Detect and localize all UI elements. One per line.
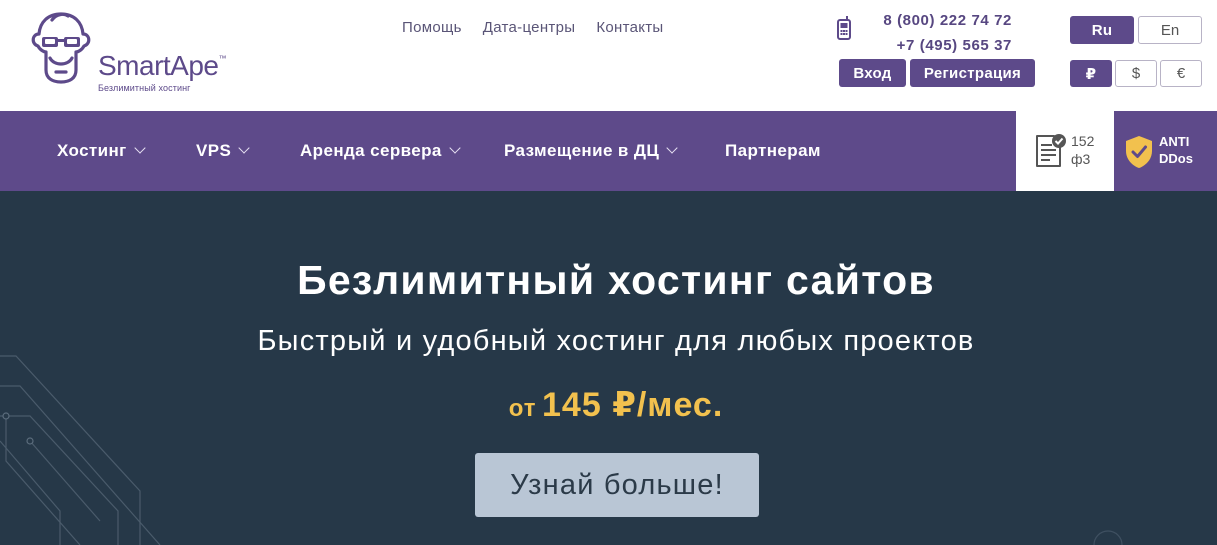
fz-number: 152 bbox=[1071, 133, 1095, 149]
hero-price: от 145 ₽/мес. bbox=[0, 385, 1217, 425]
monkey-logo-icon bbox=[31, 12, 91, 84]
phone-number-1[interactable]: 8 (800) 222 74 72 bbox=[876, 8, 1012, 33]
currency-usd-button[interactable]: $ bbox=[1115, 60, 1157, 87]
fz152-badge[interactable]: 152 ф3 bbox=[1016, 111, 1114, 191]
chevron-down-icon bbox=[449, 142, 461, 154]
price-amount: 145 ₽/мес. bbox=[542, 386, 724, 424]
login-button[interactable]: Вход bbox=[839, 59, 906, 87]
nav-item-label: Аренда сервера bbox=[300, 141, 442, 160]
shield-check-icon bbox=[1126, 136, 1152, 168]
site-header: SmartApe™ Безлимитный хостинг Помощь Дат… bbox=[0, 0, 1217, 111]
logo[interactable]: SmartApe™ Безлимитный хостинг bbox=[28, 10, 248, 100]
nav-item-colocation[interactable]: Размещение в ДЦ bbox=[504, 111, 678, 191]
hero-subtitle: Быстрый и удобный хостинг для любых прое… bbox=[257, 325, 975, 357]
mobile-phone-icon bbox=[837, 16, 851, 40]
brand-tagline: Безлимитный хостинг bbox=[98, 83, 191, 93]
link-datacenters[interactable]: Дата-центры bbox=[483, 19, 576, 36]
nav-item-server-rent[interactable]: Аренда сервера bbox=[300, 111, 461, 191]
chevron-down-icon bbox=[666, 142, 678, 154]
chevron-down-icon bbox=[133, 142, 146, 154]
price-prefix: от bbox=[508, 395, 537, 422]
hero-section: Безлимитный хостинг сайтов Быстрый и удо… bbox=[0, 191, 1217, 545]
link-help[interactable]: Помощь bbox=[402, 19, 462, 36]
link-contacts[interactable]: Контакты bbox=[596, 19, 663, 36]
hero-title: Безлимитный хостинг сайтов bbox=[297, 257, 935, 303]
lang-ru-button[interactable]: Ru bbox=[1070, 16, 1134, 44]
anti-ddos-line2: DDos bbox=[1159, 151, 1193, 166]
nav-item-vps[interactable]: VPS bbox=[196, 111, 250, 191]
nav-item-partners[interactable]: Партнерам bbox=[725, 111, 821, 191]
learn-more-button[interactable]: Узнай больше! bbox=[475, 453, 759, 517]
brand-name: SmartApe™ bbox=[98, 50, 226, 81]
anti-ddos-line1: ANTI bbox=[1159, 134, 1190, 149]
nav-item-label: Размещение в ДЦ bbox=[504, 141, 660, 160]
nav-item-hosting[interactable]: Хостинг bbox=[57, 111, 146, 191]
document-check-icon bbox=[1036, 134, 1066, 167]
nav-item-label: Хостинг bbox=[57, 141, 127, 160]
currency-eur-button[interactable]: € bbox=[1160, 60, 1202, 87]
nav-item-label: VPS bbox=[196, 141, 232, 160]
top-links: Помощь Дата-центры Контакты bbox=[402, 19, 685, 36]
currency-rub-button[interactable]: ₽ bbox=[1070, 60, 1112, 87]
register-button[interactable]: Регистрация bbox=[910, 59, 1035, 87]
anti-ddos-badge[interactable]: ANTI DDos bbox=[1114, 111, 1217, 191]
nav-item-label: Партнерам bbox=[725, 141, 821, 160]
lang-en-button[interactable]: En bbox=[1138, 16, 1202, 44]
chevron-down-icon bbox=[238, 142, 250, 154]
fz-label: ф3 bbox=[1071, 151, 1091, 167]
